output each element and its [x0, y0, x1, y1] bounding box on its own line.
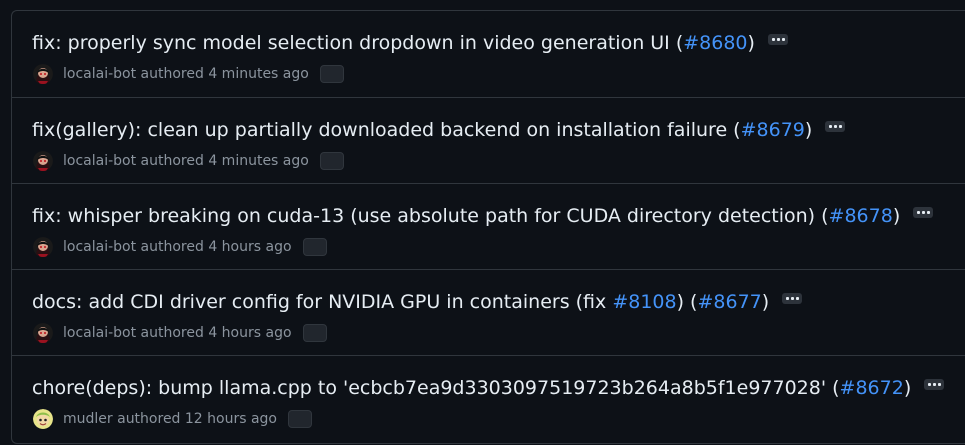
commit-message[interactable]: fix(gallery): clean up partially downloa…	[32, 119, 741, 141]
author-name[interactable]: mudler	[63, 411, 113, 427]
commit-message-middle: ) (	[676, 291, 698, 313]
expand-description-button[interactable]	[913, 207, 934, 218]
commit-message-suffix: )	[761, 291, 770, 313]
author-action: authored	[140, 66, 204, 82]
commit-title[interactable]: docs: add CDI driver config for NVIDIA G…	[32, 289, 803, 315]
commit-title[interactable]: fix(gallery): clean up partially downloa…	[32, 117, 846, 143]
author-action: authored	[140, 325, 204, 341]
checks-status-box[interactable]	[319, 152, 344, 170]
checks-status-box[interactable]	[319, 65, 344, 83]
commit-message[interactable]: chore(deps): bump llama.cpp to 'ecbcb7ea…	[32, 377, 840, 399]
pr-link[interactable]: #8678	[829, 205, 893, 227]
checks-status-box[interactable]	[302, 238, 327, 256]
commit-meta: localai-bot authored 4 minutes ago	[33, 150, 344, 172]
expand-description-button[interactable]	[782, 293, 803, 304]
expand-description-button[interactable]	[825, 121, 846, 132]
mudler-avatar-icon[interactable]	[33, 409, 53, 429]
checks-status-box[interactable]	[302, 324, 327, 342]
pr-link[interactable]: #8680	[683, 32, 747, 54]
commit-meta: localai-bot authored 4 minutes ago	[33, 63, 344, 85]
author-name[interactable]: localai-bot	[63, 325, 136, 341]
expand-description-button[interactable]	[767, 34, 788, 45]
pr-link[interactable]: #8679	[741, 119, 805, 141]
commit-message-suffix: )	[892, 205, 901, 227]
commit-meta: localai-bot authored 4 hours ago	[33, 322, 327, 344]
author-name[interactable]: localai-bot	[63, 153, 136, 169]
commit-row: fix(gallery): clean up partially downloa…	[12, 97, 965, 183]
commit-time: 4 minutes ago	[208, 153, 309, 169]
localai-bot-avatar-icon[interactable]	[33, 64, 53, 84]
commit-message[interactable]: fix: properly sync model selection dropd…	[32, 32, 683, 54]
commit-meta: localai-bot authored 4 hours ago	[33, 236, 327, 258]
commit-time: 4 minutes ago	[208, 66, 309, 82]
commit-title[interactable]: fix: whisper breaking on cuda-13 (use ab…	[32, 203, 934, 229]
commit-row: fix: whisper breaking on cuda-13 (use ab…	[12, 183, 965, 269]
expand-description-button[interactable]	[924, 379, 945, 390]
commit-meta: mudler authored 12 hours ago	[33, 408, 312, 430]
commit-list: fix: properly sync model selection dropd…	[11, 10, 965, 444]
localai-bot-avatar-icon[interactable]	[33, 237, 53, 257]
commit-title[interactable]: fix: properly sync model selection dropd…	[32, 30, 788, 56]
localai-bot-avatar-icon[interactable]	[33, 323, 53, 343]
author-action: authored	[117, 411, 181, 427]
author-action: authored	[140, 153, 204, 169]
commit-time: 4 hours ago	[208, 239, 292, 255]
commit-row: fix: properly sync model selection dropd…	[12, 11, 965, 97]
commit-title[interactable]: chore(deps): bump llama.cpp to 'ecbcb7ea…	[32, 375, 945, 401]
pr-link[interactable]: #8672	[840, 377, 904, 399]
author-name[interactable]: localai-bot	[63, 66, 136, 82]
author-action: authored	[140, 239, 204, 255]
issue-link[interactable]: #8108	[612, 291, 676, 313]
commit-time: 4 hours ago	[208, 325, 292, 341]
commit-row: chore(deps): bump llama.cpp to 'ecbcb7ea…	[12, 355, 965, 441]
commit-message[interactable]: docs: add CDI driver config for NVIDIA G…	[32, 291, 612, 313]
pr-link[interactable]: #8677	[697, 291, 761, 313]
commit-message[interactable]: fix: whisper breaking on cuda-13 (use ab…	[32, 205, 829, 227]
commit-row: docs: add CDI driver config for NVIDIA G…	[12, 269, 965, 355]
commit-message-suffix: )	[903, 377, 912, 399]
commit-time: 12 hours ago	[184, 411, 277, 427]
commit-message-suffix: )	[804, 119, 813, 141]
checks-status-box[interactable]	[288, 410, 312, 428]
localai-bot-avatar-icon[interactable]	[33, 151, 53, 171]
commit-message-suffix: )	[747, 32, 755, 54]
author-name[interactable]: localai-bot	[63, 239, 136, 255]
